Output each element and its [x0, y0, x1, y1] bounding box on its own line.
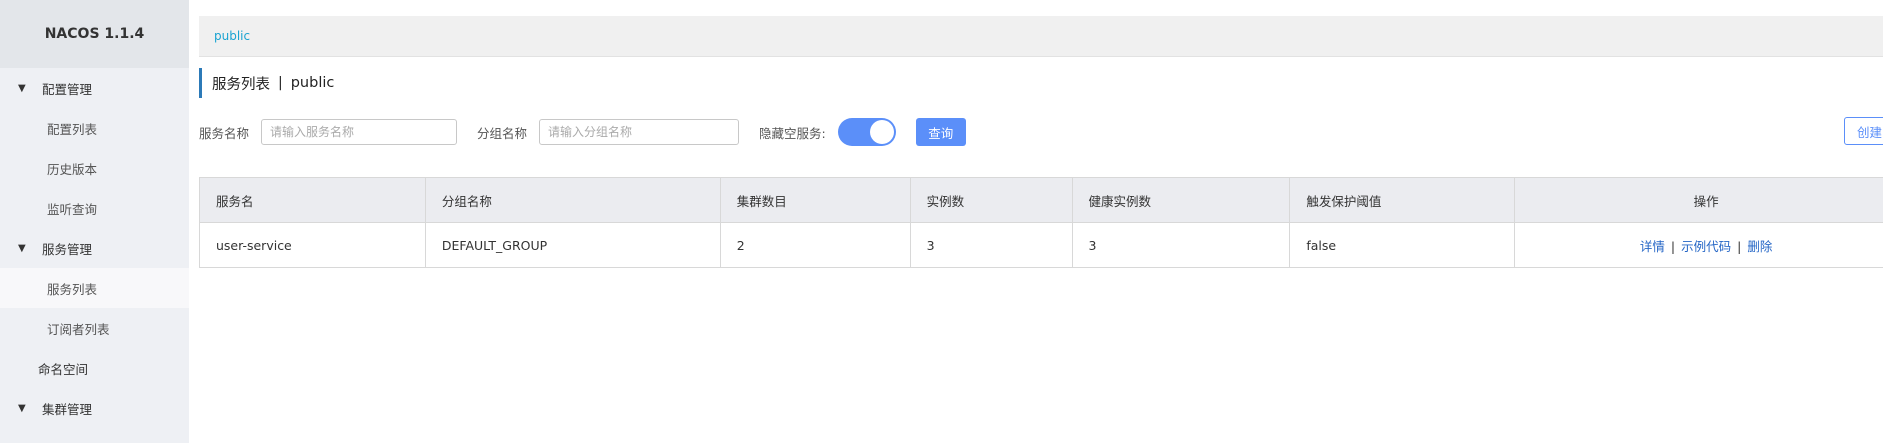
- group-name-input[interactable]: [539, 119, 740, 145]
- cell-protect-threshold: false: [1289, 222, 1516, 268]
- sidebar-group-service[interactable]: ▼ 服务管理: [0, 228, 189, 268]
- sidebar-group-label: 配置管理: [42, 81, 93, 97]
- page-namespace: public: [290, 75, 335, 91]
- sidebar-group-config[interactable]: ▼ 配置管理: [0, 68, 189, 108]
- cell-actions: 详情 | 示例代码 | 删除: [1514, 222, 1883, 268]
- column-header-actions: 操作: [1514, 177, 1883, 223]
- service-name-input[interactable]: [261, 119, 458, 145]
- table-row: user-service DEFAULT_GROUP 2 3 3 false 详…: [199, 222, 1883, 268]
- sample-code-link[interactable]: 示例代码: [1681, 239, 1731, 254]
- sidebar-item-config-list[interactable]: 配置列表: [0, 108, 189, 148]
- hide-empty-label: 隐藏空服务:: [759, 125, 826, 141]
- cell-instance-count: 3: [909, 222, 1073, 268]
- delete-link[interactable]: 删除: [1747, 239, 1772, 254]
- action-separator: |: [1737, 238, 1742, 254]
- table-header-row: 服务名 分组名称 集群数目 实例数 健康实例数 触发保护阈值 操作: [199, 177, 1883, 223]
- column-header-instances: 实例数: [909, 177, 1073, 223]
- service-table: 服务名 分组名称 集群数目 实例数 健康实例数 触发保护阈值 操作 user-s…: [199, 177, 1883, 268]
- sidebar-item-history[interactable]: 历史版本: [0, 148, 189, 188]
- namespace-bar: public: [199, 16, 1883, 57]
- sidebar-group-cluster[interactable]: ▼ 集群管理: [0, 388, 189, 428]
- page-header: 服务列表 | public: [199, 68, 334, 98]
- sidebar-group-label: 服务管理: [42, 241, 93, 257]
- column-header-group: 分组名称: [424, 177, 721, 223]
- namespace-link-public[interactable]: public: [214, 29, 250, 43]
- sidebar-menu: ▼ 配置管理 配置列表 历史版本 监听查询 ▼ 服务管理 服务列表 订阅者列表 …: [0, 68, 189, 428]
- page-title: 服务列表: [212, 76, 270, 93]
- caret-down-icon: ▼: [18, 402, 26, 414]
- column-header-threshold: 触发保护阈值: [1289, 177, 1516, 223]
- sidebar-item-listener-query[interactable]: 监听查询: [0, 188, 189, 228]
- header-accent-bar: [199, 68, 202, 98]
- toggle-knob: [869, 120, 894, 144]
- app-title: NACOS 1.1.4: [0, 0, 189, 68]
- cell-healthy-count: 3: [1071, 222, 1291, 268]
- group-name-label: 分组名称: [477, 125, 528, 141]
- sidebar-item-service-list[interactable]: 服务列表: [0, 268, 189, 308]
- filter-bar: 服务名称 分组名称 隐藏空服务: 查询: [199, 117, 1883, 147]
- caret-down-icon: ▼: [18, 82, 26, 94]
- sidebar-group-label: 集群管理: [42, 401, 93, 417]
- action-separator: |: [1670, 238, 1676, 254]
- column-header-clusters: 集群数目: [719, 177, 911, 223]
- sidebar-item-subscriber-list[interactable]: 订阅者列表: [0, 308, 189, 348]
- detail-link[interactable]: 详情: [1640, 239, 1665, 254]
- caret-down-icon: ▼: [18, 242, 26, 254]
- title-separator: |: [278, 75, 283, 91]
- column-header-healthy: 健康实例数: [1071, 177, 1291, 223]
- query-button[interactable]: 查询: [915, 118, 966, 146]
- cell-cluster-count: 2: [719, 222, 911, 268]
- cell-group-name: DEFAULT_GROUP: [424, 222, 721, 268]
- sidebar-item-namespace[interactable]: 命名空间: [0, 348, 189, 388]
- sidebar: NACOS 1.1.4 ▼ 配置管理 配置列表 历史版本 监听查询 ▼ 服务管理…: [0, 0, 189, 443]
- column-header-service: 服务名: [199, 177, 426, 223]
- create-service-button[interactable]: 创建: [1844, 117, 1883, 145]
- hide-empty-toggle[interactable]: [837, 118, 896, 146]
- main-content: public 服务列表 | public 服务名称 分组名称 隐藏空服务: 查询…: [199, 16, 1883, 443]
- cell-service-name: user-service: [199, 222, 426, 268]
- service-name-label: 服务名称: [199, 125, 250, 141]
